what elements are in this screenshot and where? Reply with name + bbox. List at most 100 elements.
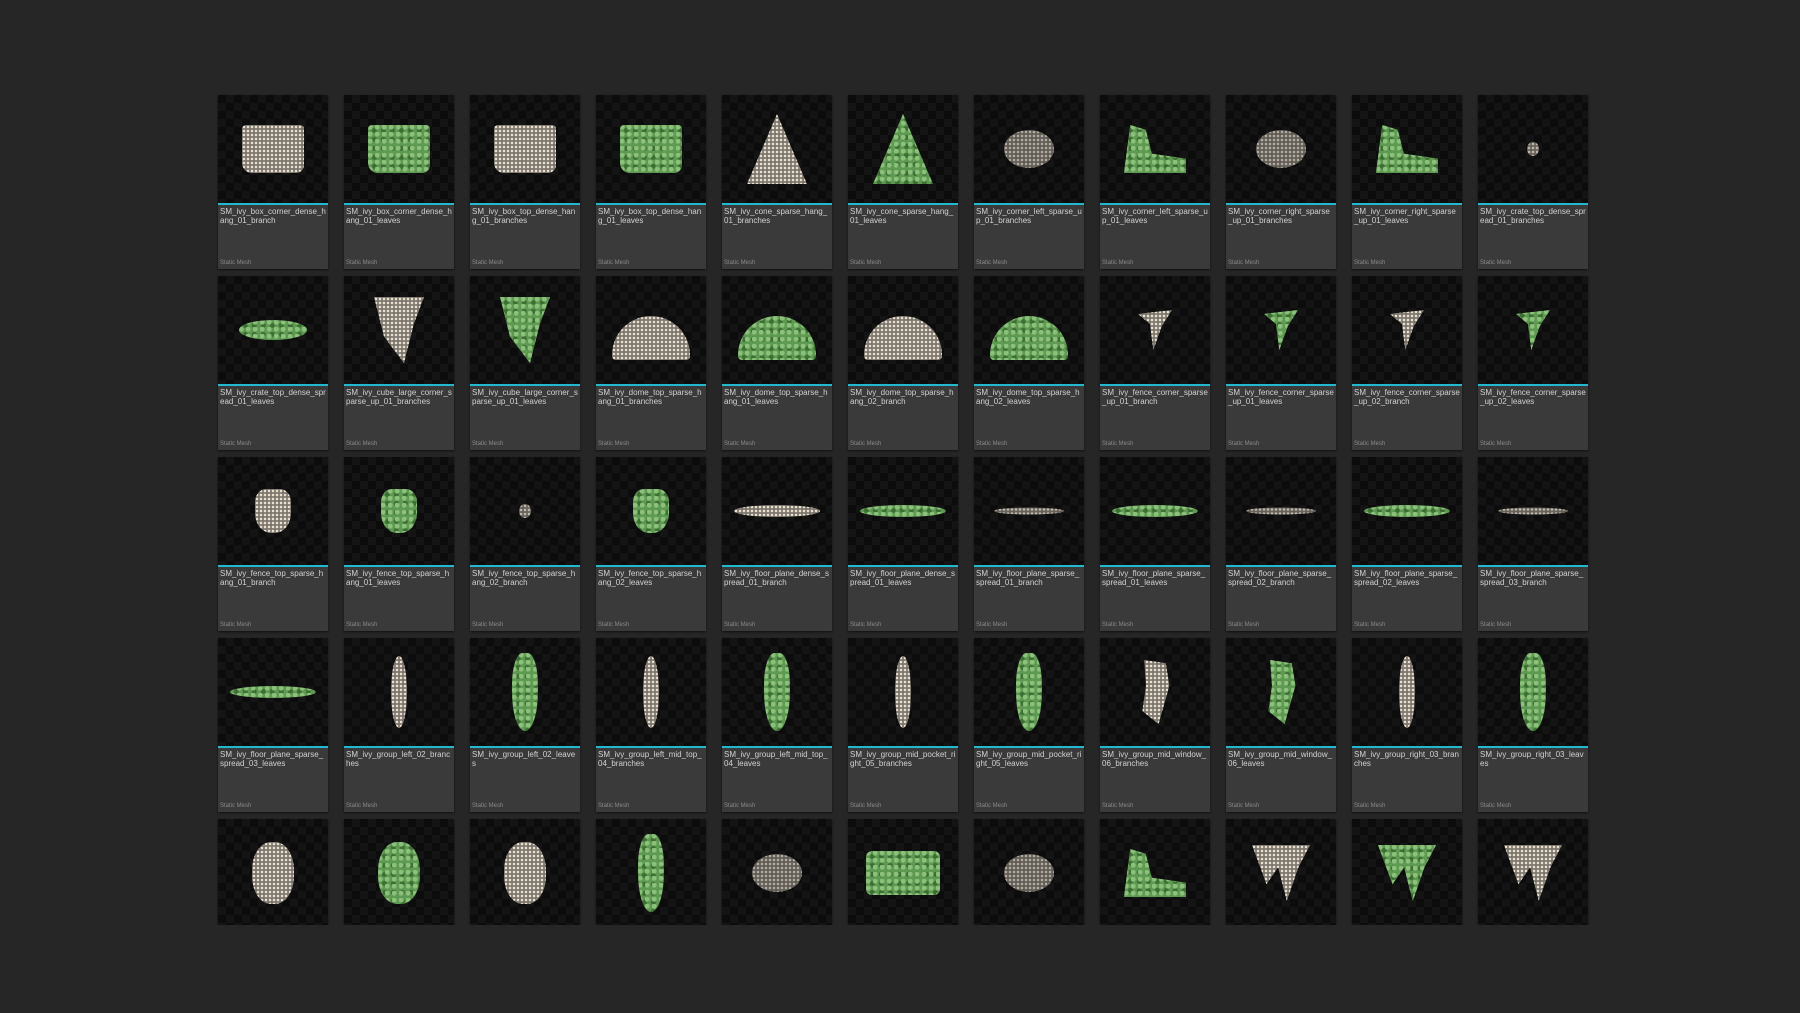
asset-tile[interactable]: SM_ivy_fence_top_sparse_hang_02_leaves St… bbox=[596, 457, 706, 631]
asset-thumbnail bbox=[974, 819, 1084, 925]
asset-type-label: Static Mesh bbox=[346, 622, 378, 628]
asset-name: SM_ivy_dome_top_sparse_hang_02_branch bbox=[850, 388, 954, 406]
asset-thumbnail bbox=[848, 95, 958, 203]
asset-thumbnail bbox=[722, 95, 832, 203]
asset-type-label: Static Mesh bbox=[598, 441, 630, 447]
asset-type-color-bar bbox=[974, 203, 1084, 205]
asset-tile[interactable]: SM_ivy_corner_left_sparse_up_01_leaves St… bbox=[1100, 95, 1210, 269]
asset-tile[interactable] bbox=[848, 819, 958, 925]
ivy-leaves-mesh-icon bbox=[638, 834, 664, 912]
asset-type-color-bar bbox=[974, 565, 1084, 567]
asset-tile[interactable]: SM_ivy_group_left_mid_top_04_leaves Stati… bbox=[722, 638, 832, 812]
asset-tile[interactable]: SM_ivy_corner_right_sparse_up_01_leaves S… bbox=[1352, 95, 1462, 269]
asset-tile[interactable]: SM_ivy_crate_top_dense_spread_01_leaves S… bbox=[218, 276, 328, 450]
asset-tile[interactable]: SM_ivy_group_mid_window_06_branches Stati… bbox=[1100, 638, 1210, 812]
asset-tile[interactable] bbox=[974, 819, 1084, 925]
asset-tile[interactable]: SM_ivy_cube_large_corner_sparse_up_01_br… bbox=[344, 276, 454, 450]
asset-tile[interactable]: SM_ivy_fence_top_sparse_hang_02_branch St… bbox=[470, 457, 580, 631]
asset-tile[interactable]: SM_ivy_floor_plane_sparse_spread_03_bran… bbox=[1478, 457, 1588, 631]
asset-thumbnail bbox=[596, 819, 706, 925]
asset-tile[interactable]: SM_ivy_group_right_03_branches Static Mes… bbox=[1352, 638, 1462, 812]
ivy-branch-mesh-icon bbox=[252, 842, 294, 904]
asset-name: SM_ivy_box_top_dense_hang_01_branches bbox=[472, 207, 576, 225]
ivy-leaves-mesh-icon bbox=[1378, 845, 1436, 901]
asset-tile[interactable]: SM_ivy_group_left_02_leaves Static Mesh bbox=[470, 638, 580, 812]
asset-thumbnail bbox=[470, 457, 580, 565]
asset-thumbnail bbox=[1478, 276, 1588, 384]
asset-tile[interactable] bbox=[1100, 819, 1210, 925]
asset-tile[interactable]: SM_ivy_group_mid_pocket_right_05_leaves S… bbox=[974, 638, 1084, 812]
asset-name: SM_ivy_corner_right_sparse_up_01_branche… bbox=[1228, 207, 1330, 225]
asset-tile[interactable]: SM_ivy_fence_top_sparse_hang_01_leaves St… bbox=[344, 457, 454, 631]
asset-tile[interactable] bbox=[1352, 819, 1462, 925]
asset-tile[interactable]: SM_ivy_box_corner_dense_hang_01_branch St… bbox=[218, 95, 328, 269]
asset-thumbnail bbox=[344, 638, 454, 746]
asset-type-color-bar bbox=[1352, 384, 1462, 386]
asset-type-label: Static Mesh bbox=[976, 622, 1008, 628]
asset-tile[interactable]: SM_ivy_dome_top_sparse_hang_02_leaves Sta… bbox=[974, 276, 1084, 450]
asset-thumbnail bbox=[596, 95, 706, 203]
asset-tile[interactable]: SM_ivy_fence_corner_sparse_up_01_branch S… bbox=[1100, 276, 1210, 450]
asset-type-color-bar bbox=[722, 565, 832, 567]
asset-type-label: Static Mesh bbox=[1228, 260, 1260, 266]
asset-thumbnail bbox=[848, 638, 958, 746]
asset-tile[interactable]: SM_ivy_cone_sparse_hang_01_branches Stati… bbox=[722, 95, 832, 269]
ivy-leaves-mesh-icon bbox=[860, 505, 946, 517]
asset-thumbnail bbox=[722, 457, 832, 565]
asset-tile[interactable]: SM_ivy_crate_top_dense_spread_01_branche… bbox=[1478, 95, 1588, 269]
asset-tile[interactable] bbox=[1478, 819, 1588, 925]
asset-tile[interactable]: SM_ivy_group_mid_window_06_leaves Static … bbox=[1226, 638, 1336, 812]
asset-tile[interactable]: SM_ivy_floor_plane_sparse_spread_02_leav… bbox=[1352, 457, 1462, 631]
asset-name: SM_ivy_group_mid_window_06_branches bbox=[1102, 750, 1207, 768]
asset-tile[interactable]: SM_ivy_floor_plane_sparse_spread_02_bran… bbox=[1226, 457, 1336, 631]
asset-tile[interactable]: SM_ivy_box_top_dense_hang_01_leaves Stati… bbox=[596, 95, 706, 269]
asset-tile[interactable]: SM_ivy_dome_top_sparse_hang_02_branch Sta… bbox=[848, 276, 958, 450]
asset-tile[interactable]: SM_ivy_box_corner_dense_hang_01_leaves St… bbox=[344, 95, 454, 269]
asset-tile[interactable]: SM_ivy_group_right_03_leaves Static Mesh bbox=[1478, 638, 1588, 812]
asset-name: SM_ivy_dome_top_sparse_hang_02_leaves bbox=[976, 388, 1080, 406]
asset-name: SM_ivy_floor_plane_sparse_spread_02_bran… bbox=[1228, 569, 1332, 587]
asset-tile[interactable]: SM_ivy_group_left_02_branches Static Mesh bbox=[344, 638, 454, 812]
asset-tile[interactable] bbox=[1226, 819, 1336, 925]
asset-type-color-bar bbox=[1226, 565, 1336, 567]
asset-type-label: Static Mesh bbox=[1228, 622, 1260, 628]
asset-thumbnail bbox=[1352, 95, 1462, 203]
asset-tile[interactable]: SM_ivy_fence_corner_sparse_up_01_leaves S… bbox=[1226, 276, 1336, 450]
asset-thumbnail bbox=[344, 95, 454, 203]
asset-type-label: Static Mesh bbox=[724, 260, 756, 266]
asset-tile[interactable]: SM_ivy_box_top_dense_hang_01_branches Sta… bbox=[470, 95, 580, 269]
asset-tile[interactable]: SM_ivy_fence_top_sparse_hang_01_branch St… bbox=[218, 457, 328, 631]
asset-tile[interactable]: SM_ivy_cone_sparse_hang_01_leaves Static … bbox=[848, 95, 958, 269]
asset-name: SM_ivy_box_corner_dense_hang_01_leaves bbox=[346, 207, 452, 225]
asset-tile[interactable]: SM_ivy_dome_top_sparse_hang_01_leaves Sta… bbox=[722, 276, 832, 450]
asset-name: SM_ivy_floor_plane_sparse_spread_03_leav… bbox=[220, 750, 324, 768]
asset-tile[interactable]: SM_ivy_fence_corner_sparse_up_02_leaves S… bbox=[1478, 276, 1588, 450]
asset-tile[interactable]: SM_ivy_group_left_mid_top_04_branches Sta… bbox=[596, 638, 706, 812]
asset-tile[interactable] bbox=[344, 819, 454, 925]
asset-type-label: Static Mesh bbox=[1480, 803, 1512, 809]
asset-tile[interactable]: SM_ivy_floor_plane_dense_spread_01_leave… bbox=[848, 457, 958, 631]
asset-type-label: Static Mesh bbox=[1228, 803, 1260, 809]
asset-tile[interactable]: SM_ivy_dome_top_sparse_hang_01_branches S… bbox=[596, 276, 706, 450]
asset-thumbnail bbox=[1352, 457, 1462, 565]
asset-tile[interactable]: SM_ivy_floor_plane_sparse_spread_01_leav… bbox=[1100, 457, 1210, 631]
asset-tile[interactable]: SM_ivy_floor_plane_dense_spread_01_branc… bbox=[722, 457, 832, 631]
asset-name: SM_ivy_group_mid_pocket_right_05_branche… bbox=[850, 750, 956, 768]
asset-tile[interactable] bbox=[722, 819, 832, 925]
asset-tile[interactable] bbox=[218, 819, 328, 925]
asset-tile[interactable] bbox=[470, 819, 580, 925]
asset-tile[interactable] bbox=[596, 819, 706, 925]
asset-tile[interactable]: SM_ivy_corner_left_sparse_up_01_branches… bbox=[974, 95, 1084, 269]
asset-name: SM_ivy_floor_plane_sparse_spread_03_bran… bbox=[1480, 569, 1584, 587]
asset-thumbnail bbox=[1100, 638, 1210, 746]
asset-tile[interactable]: SM_ivy_fence_corner_sparse_up_02_branch S… bbox=[1352, 276, 1462, 450]
asset-tile[interactable]: SM_ivy_corner_right_sparse_up_01_branche… bbox=[1226, 95, 1336, 269]
asset-tile[interactable]: SM_ivy_floor_plane_sparse_spread_01_bran… bbox=[974, 457, 1084, 631]
asset-tile[interactable]: SM_ivy_cube_large_corner_sparse_up_01_le… bbox=[470, 276, 580, 450]
ivy-branch-mesh-icon bbox=[391, 656, 407, 728]
asset-type-label: Static Mesh bbox=[724, 803, 756, 809]
asset-thumbnail bbox=[1100, 819, 1210, 925]
asset-tile[interactable]: SM_ivy_floor_plane_sparse_spread_03_leav… bbox=[218, 638, 328, 812]
asset-tile[interactable]: SM_ivy_group_mid_pocket_right_05_branche… bbox=[848, 638, 958, 812]
asset-thumbnail bbox=[722, 638, 832, 746]
